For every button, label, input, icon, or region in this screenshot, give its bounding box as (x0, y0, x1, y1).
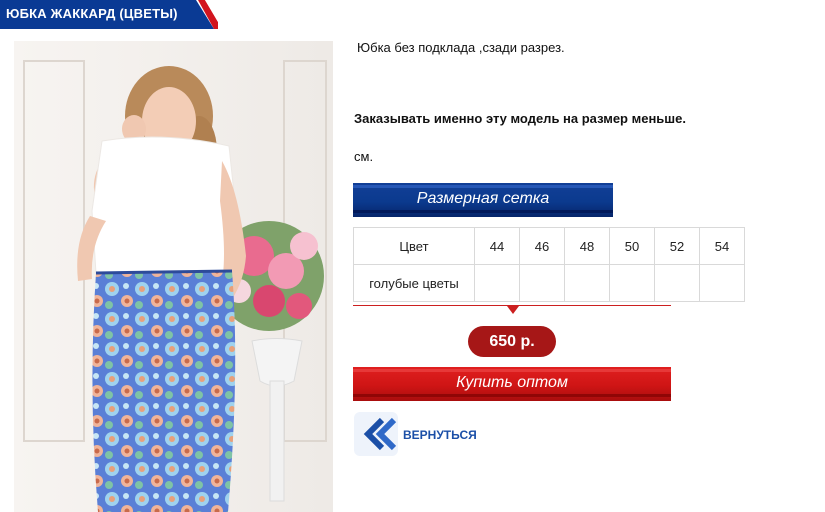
table-row: голубые цветы (353, 264, 745, 302)
table-header-cell: Цвет (353, 227, 475, 265)
back-link[interactable]: ВЕРНУТЬСЯ (352, 410, 492, 458)
table-header-cell: 50 (609, 227, 655, 265)
table-header-cell: 52 (654, 227, 700, 265)
back-link-label: ВЕРНУТЬСЯ (403, 428, 477, 442)
size-grid-header: Размерная сетка (353, 183, 613, 217)
table-header-cell: 54 (699, 227, 745, 265)
quantity-cell[interactable] (564, 264, 610, 302)
quantity-cell[interactable] (699, 264, 745, 302)
quantity-cell[interactable] (609, 264, 655, 302)
price-pointer-icon (507, 306, 519, 314)
quantity-cell[interactable] (654, 264, 700, 302)
product-description: Юбка без подклада ,сзади разрез. (357, 40, 565, 55)
quantity-cell[interactable] (474, 264, 520, 302)
size-table: Цвет 44 46 48 50 52 54 голубые цветы (353, 227, 745, 302)
unit-label: см. (354, 149, 374, 164)
double-chevron-left-icon (354, 412, 398, 456)
color-name-cell: голубые цветы (353, 264, 475, 302)
product-photo-illustration (14, 41, 333, 512)
buy-wholesale-button[interactable]: Купить оптом (353, 367, 671, 401)
product-photo[interactable] (14, 41, 333, 512)
product-title-tab: ЮБКА ЖАККАРД (ЦВЕТЫ) (0, 0, 218, 29)
table-header-cell: 44 (474, 227, 520, 265)
size-note: Заказывать именно эту модель на размер м… (354, 111, 686, 126)
buy-wholesale-label: Купить оптом (456, 374, 568, 391)
table-header-cell: 46 (519, 227, 565, 265)
price-badge: 650 р. (468, 326, 556, 357)
product-title: ЮБКА ЖАККАРД (ЦВЕТЫ) (6, 6, 178, 21)
table-header-cell: 48 (564, 227, 610, 265)
quantity-cell[interactable] (519, 264, 565, 302)
size-table-header-row: Цвет 44 46 48 50 52 54 (353, 227, 745, 265)
size-grid-title: Размерная сетка (416, 190, 550, 207)
